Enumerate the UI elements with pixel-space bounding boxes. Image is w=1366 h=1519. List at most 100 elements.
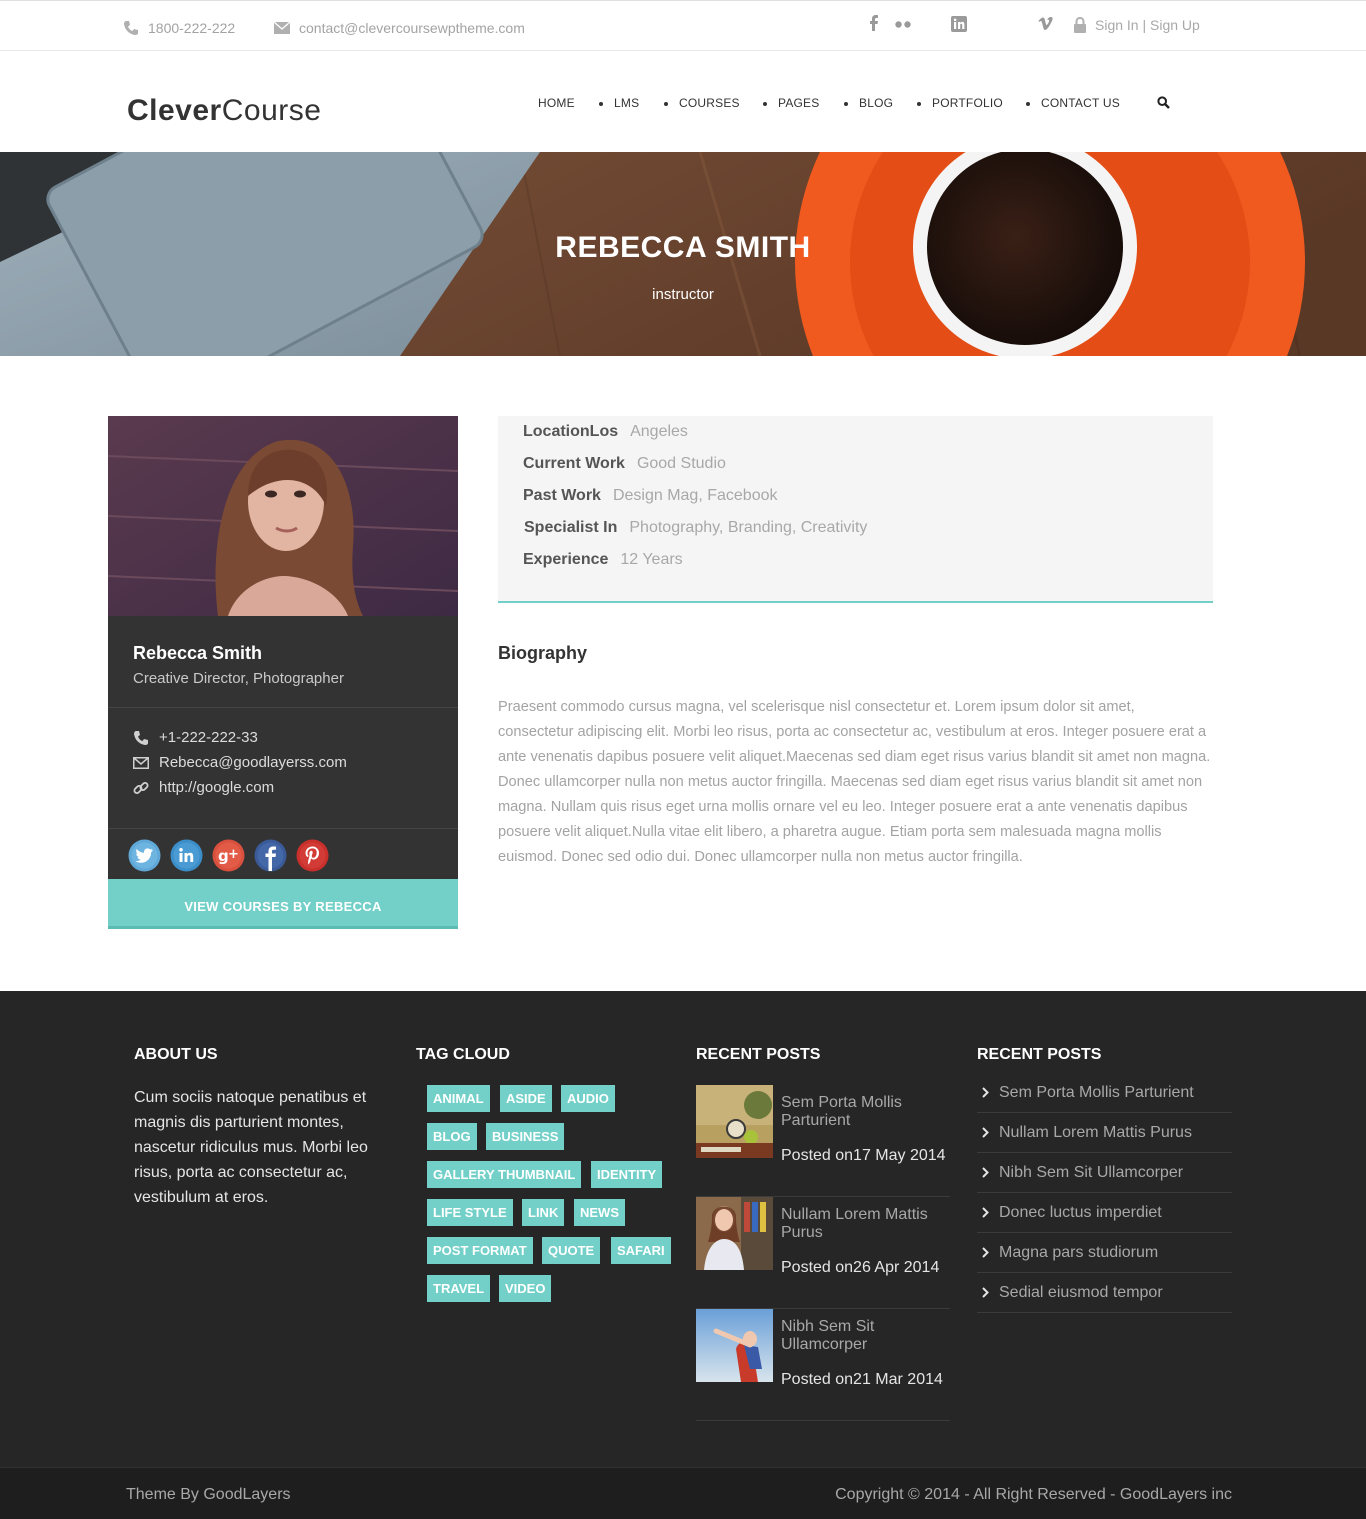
instructor-card: Rebecca Smith Creative Director, Photogr… <box>108 416 458 929</box>
post-title[interactable]: Nibh Sem Sit Ullamcorper <box>781 1318 946 1354</box>
site-footer: ABOUT US Cum sociis natoque penatibus et… <box>0 991 1366 1467</box>
hero-banner: REBECCA SMITH instructor <box>0 152 1366 356</box>
tag-link[interactable]: AUDIO <box>561 1085 615 1112</box>
facebook-icon[interactable] <box>254 839 287 872</box>
tag-link[interactable]: GALLERY THUMBNAIL <box>427 1161 582 1188</box>
nav-contact-us[interactable]: CONTACT US <box>1041 96 1120 110</box>
top-email-text: contact@clevercoursewptheme.com <box>299 20 525 36</box>
linkedin-icon[interactable] <box>170 839 203 872</box>
sign-in-link[interactable]: Sign In <box>1095 17 1139 33</box>
instructor-email[interactable]: Rebecca@goodlayerss.com <box>133 754 347 771</box>
nav-blog[interactable]: BLOG <box>859 96 893 110</box>
nav-courses[interactable]: COURSES <box>679 96 740 110</box>
nav-separator-dot <box>1026 102 1030 106</box>
pinterest-icon[interactable] <box>296 839 329 872</box>
recent-post-item[interactable]: Sem Porta Mollis Parturient Posted on17 … <box>696 1085 950 1197</box>
recent-post-item[interactable]: Nibh Sem Sit Ullamcorper Posted on21 Mar… <box>696 1309 950 1421</box>
top-bar: 1800-222-222 contact@clevercoursewptheme… <box>0 0 1366 51</box>
detail-value: Design Mag, Facebook <box>612 487 778 504</box>
post-title[interactable]: Nullam Lorem Mattis Purus <box>781 1206 946 1242</box>
instructor-photo <box>108 416 458 616</box>
sign-up-link[interactable]: Sign Up <box>1150 17 1200 33</box>
tag-link[interactable]: ASIDE <box>500 1085 552 1112</box>
google-plus-icon[interactable]: g + <box>212 839 245 872</box>
nav-lms[interactable]: LMS <box>614 96 639 110</box>
recent-post-item[interactable]: Nullam Lorem Mattis Purus Posted on26 Ap… <box>696 1197 950 1309</box>
nav-separator-dot <box>664 102 668 106</box>
twitter-icon[interactable] <box>128 839 161 872</box>
post-thumbnail[interactable] <box>696 1197 773 1270</box>
recent-post-link-text: Magna pars studiorum <box>999 1243 1159 1261</box>
top-email[interactable]: contact@clevercoursewptheme.com <box>274 20 525 36</box>
tag-link[interactable]: BLOG <box>427 1123 477 1150</box>
detail-row: Current Work Good Studio <box>523 455 726 473</box>
instructor-email-text: Rebecca@goodlayerss.com <box>159 754 347 771</box>
recent-post-link[interactable]: Sem Porta Mollis Parturient <box>977 1073 1232 1113</box>
recent-post-link[interactable]: Magna pars studiorum <box>977 1233 1232 1273</box>
instructor-details: LocationLos Angeles Current Work Good Stud… <box>498 416 1213 603</box>
recent-post-link[interactable]: Sedial eiusmod tempor <box>977 1273 1232 1313</box>
detail-label: Experience <box>523 551 609 568</box>
nav-pages[interactable]: PAGES <box>778 96 819 110</box>
theme-credit[interactable]: Theme By GoodLayers <box>126 1486 291 1504</box>
tag-link[interactable]: POST FORMAT <box>427 1237 533 1264</box>
post-thumbnail[interactable] <box>696 1085 773 1158</box>
envelope-icon <box>133 756 159 769</box>
tag-link[interactable]: NEWS <box>574 1199 625 1226</box>
nav-home[interactable]: HOME <box>538 96 575 110</box>
tag-link[interactable]: LIFE STYLE <box>427 1199 513 1226</box>
tag-link[interactable]: LINK <box>522 1199 565 1226</box>
logo-bold-text: Clever <box>127 94 222 127</box>
recent-post-link[interactable]: Nibh Sem Sit Ullamcorper <box>977 1153 1232 1193</box>
hero-title: REBECCA SMITH <box>555 231 811 264</box>
divider <box>108 828 458 829</box>
site-header: CleverCourse HOME LMS COURSES PAGES BLOG… <box>0 51 1366 152</box>
detail-value: 12 Years <box>620 551 683 568</box>
instructor-phone: +1-222-222-33 <box>133 729 258 746</box>
copyright-text: Copyright © 2014 - All Right Reserved - … <box>835 1486 1232 1503</box>
tag-link[interactable]: VIDEO <box>499 1275 552 1302</box>
nav-portfolio[interactable]: PORTFOLIO <box>932 96 1003 110</box>
instructor-website[interactable]: http://google.com <box>133 779 274 796</box>
detail-label: Current Work <box>523 455 625 472</box>
post-date: Posted on21 Mar 2014 <box>781 1371 943 1388</box>
recent-post-link-text: Sedial eiusmod tempor <box>999 1283 1163 1301</box>
logo-light-text: Course <box>221 94 322 127</box>
recent-post-link-text: Sem Porta Mollis Parturient <box>999 1083 1194 1101</box>
tag-link[interactable]: IDENTITY <box>591 1161 663 1188</box>
svg-text:+: + <box>228 847 239 862</box>
instructor-name: Rebecca Smith <box>133 643 263 663</box>
site-logo[interactable]: CleverCourse <box>127 94 321 128</box>
post-date: Posted on26 Apr 2014 <box>781 1259 940 1276</box>
recent-posts-list-heading: RECENT POSTS <box>977 1046 1102 1063</box>
recent-post-link[interactable]: Donec luctus imperdiet <box>977 1193 1232 1233</box>
about-us-heading: ABOUT US <box>134 1046 218 1063</box>
chevron-right-icon <box>982 1247 999 1258</box>
login-links: Sign In | Sign Up <box>1073 17 1200 33</box>
recent-posts-heading: RECENT POSTS <box>696 1046 821 1063</box>
nav-separator-dot <box>844 102 848 106</box>
about-us-text: Cum sociis natoque penatibus et magnis d… <box>134 1089 368 1206</box>
nav-separator-dot <box>599 102 603 106</box>
detail-value: Photography, Branding, Creativity <box>629 519 868 536</box>
tag-link[interactable]: SAFARI <box>611 1237 671 1264</box>
vimeo-icon[interactable] <box>1038 17 1054 31</box>
search-icon[interactable] <box>1157 96 1170 109</box>
tag-link[interactable]: ANIMAL <box>427 1085 490 1112</box>
flickr-icon[interactable] <box>895 21 911 28</box>
tag-cloud-heading: TAG CLOUD <box>416 1046 510 1063</box>
tag-link[interactable]: QUOTE <box>542 1237 601 1264</box>
post-thumbnail[interactable] <box>696 1309 773 1382</box>
tag-link[interactable]: TRAVEL <box>427 1275 491 1302</box>
tag-link[interactable]: BUSINESS <box>486 1123 565 1150</box>
chevron-right-icon <box>982 1207 999 1218</box>
post-title[interactable]: Sem Porta Mollis Parturient <box>781 1094 946 1130</box>
hero-subtitle: instructor <box>652 286 714 303</box>
view-courses-button[interactable]: VIEW COURSES BY REBECCA <box>108 879 458 929</box>
detail-label: Specialist In <box>524 519 618 536</box>
facebook-icon[interactable] <box>870 15 878 31</box>
recent-post-link[interactable]: Nullam Lorem Mattis Purus <box>977 1113 1232 1153</box>
linkedin-icon[interactable] <box>951 16 967 32</box>
post-date: Posted on17 May 2014 <box>781 1147 946 1164</box>
detail-row: Specialist In Photography, Branding, Crea… <box>524 519 867 537</box>
